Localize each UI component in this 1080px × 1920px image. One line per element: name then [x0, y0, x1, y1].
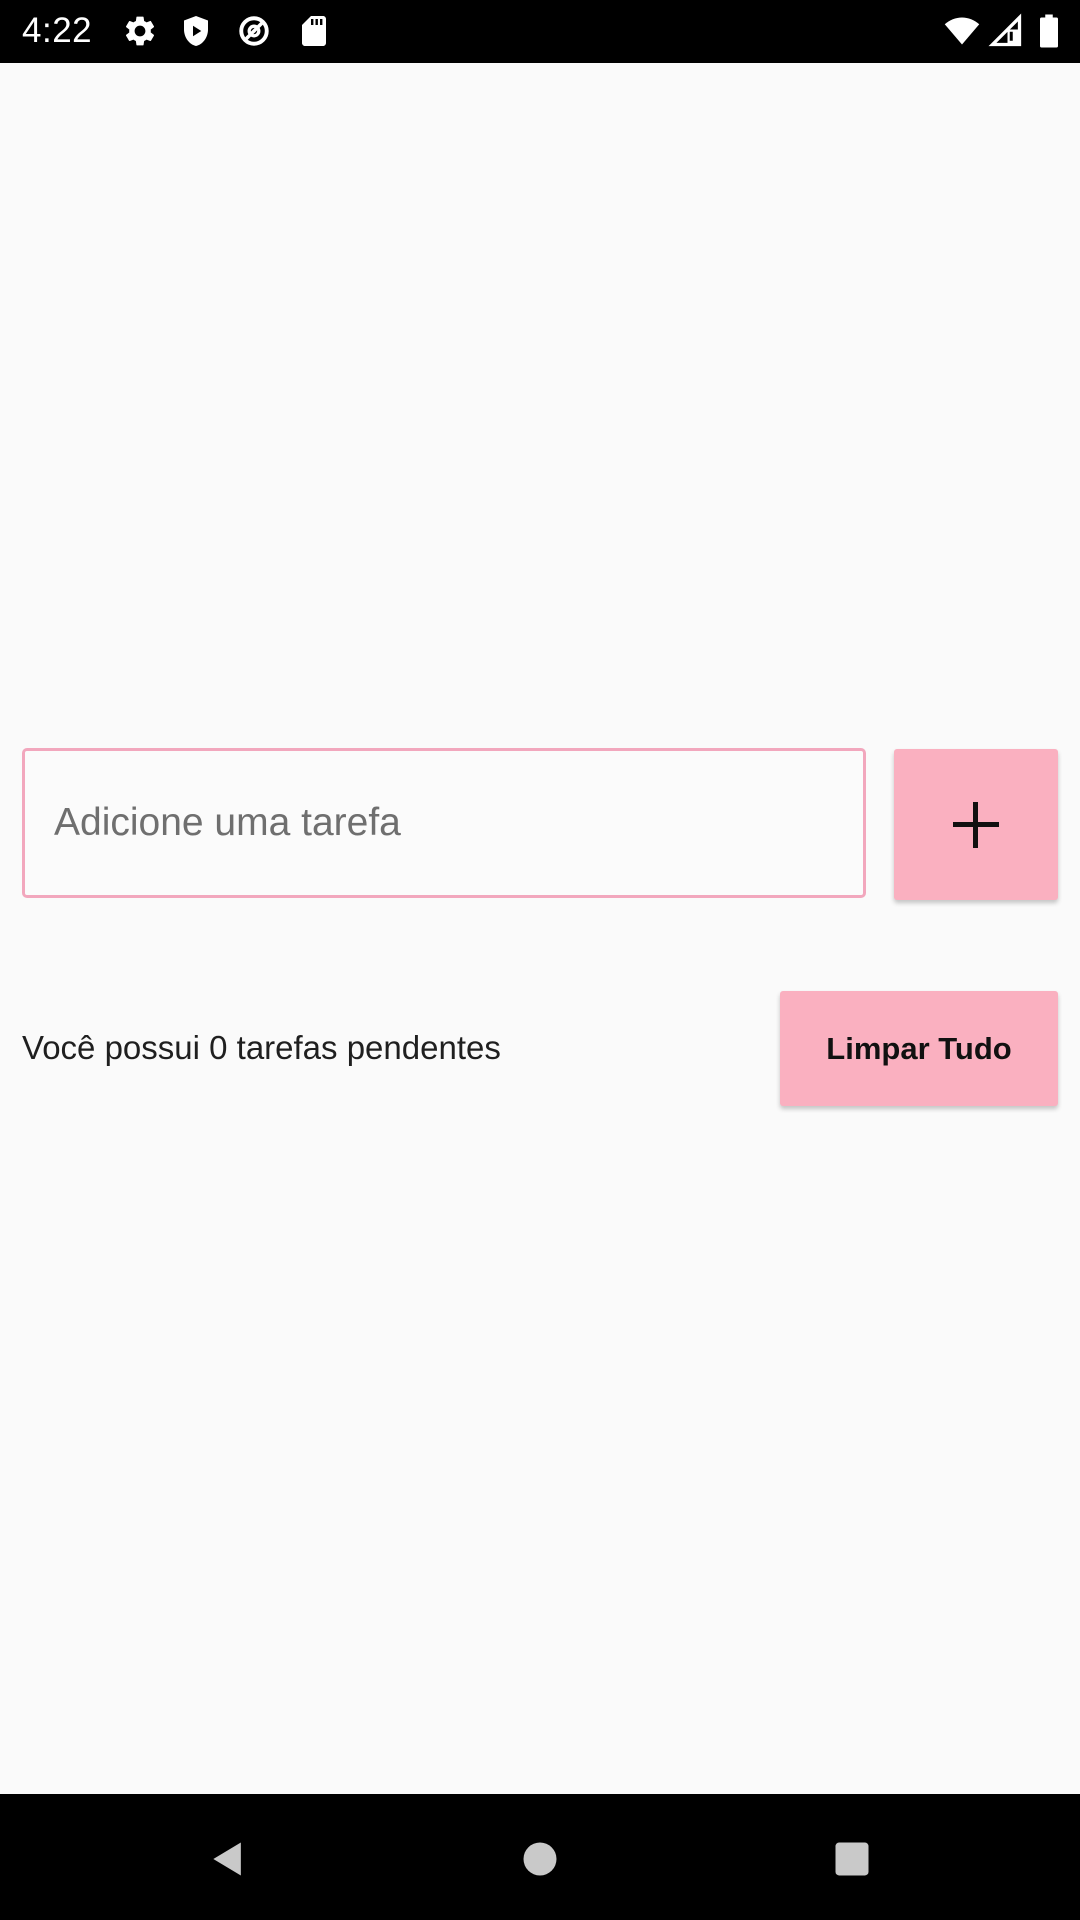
- plus-icon: [953, 801, 999, 848]
- status-bar: 4:22: [0, 0, 1080, 63]
- play-protect-icon: [178, 13, 214, 49]
- back-icon[interactable]: [206, 1837, 250, 1881]
- navigation-bar: [0, 1794, 1080, 1920]
- status-time: 4:22: [22, 11, 93, 50]
- pending-tasks-text: Você possui 0 tarefas pendentes: [22, 1029, 501, 1066]
- home-icon[interactable]: [518, 1837, 562, 1881]
- wifi-icon: [944, 13, 980, 49]
- task-input[interactable]: [22, 748, 866, 898]
- recents-icon[interactable]: [830, 1837, 874, 1881]
- sd-card-icon: [296, 13, 332, 49]
- data-saver-icon: [236, 13, 272, 49]
- cell-signal-icon: [988, 13, 1024, 49]
- clear-all-button[interactable]: Limpar Tudo: [780, 991, 1058, 1106]
- gear-icon: [122, 13, 158, 49]
- add-task-button[interactable]: [894, 749, 1058, 900]
- battery-icon: [1034, 13, 1064, 49]
